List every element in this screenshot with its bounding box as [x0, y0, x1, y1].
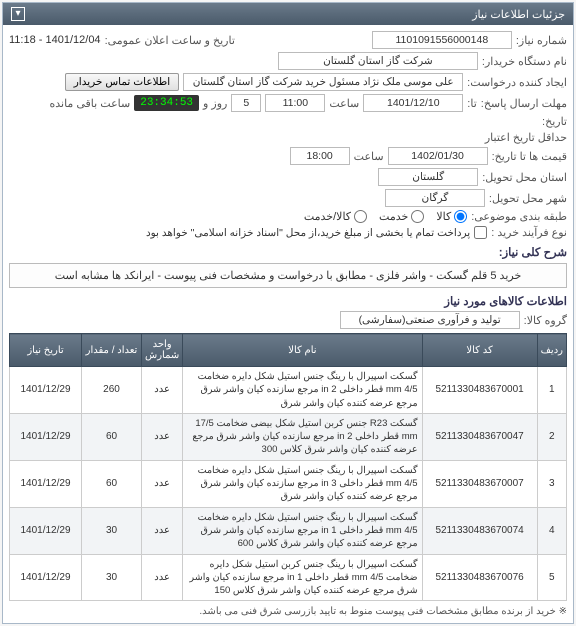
radio-service-input[interactable] [411, 210, 424, 223]
cell-name: گسکت اسپیرال با رینگ جنس استیل شکل دایره… [183, 507, 422, 554]
description-title: شرح کلی نیاز: [9, 245, 567, 259]
cell-unit: عدد [142, 367, 183, 414]
cell-unit: عدد [142, 507, 183, 554]
collapse-icon[interactable]: ▾ [11, 7, 25, 21]
prepay-checkbox[interactable] [474, 226, 487, 239]
cell-unit: عدد [142, 460, 183, 507]
cell-name: گسکت اسپیرال با رینگ جنس استیل شکل دایره… [183, 367, 422, 414]
contact-buyer-button[interactable]: اطلاعات تماس خریدار [65, 73, 179, 91]
radio-goods-label: کالا [436, 210, 451, 223]
city-label: شهر محل تحویل: [489, 192, 567, 205]
need-details-panel: جزئیات اطلاعات نیاز ▾ شماره نیاز: 110109… [2, 2, 574, 624]
table-row: 55211330483670076گسکت اسپیرال با رینگ جن… [10, 554, 567, 601]
footnote: ※ خرید از برنده مطابق مشخصات فنی پیوست م… [9, 606, 567, 617]
cell-qty: 260 [82, 367, 142, 414]
cell-idx: 3 [537, 460, 566, 507]
cell-date: 1401/12/29 [10, 554, 82, 601]
th-qty: تعداد / مقدار [82, 334, 142, 367]
time-label-1: ساعت [329, 97, 359, 110]
radio-both-label: کالا/خدمت [304, 210, 351, 223]
province-value: گلستان [378, 168, 478, 186]
cell-name: گسکت R23 جنس کربن استیل شکل بیضی ضخامت 1… [183, 413, 422, 460]
panel-title: جزئیات اطلاعات نیاز [472, 8, 565, 21]
radio-service-label: خدمت [379, 210, 408, 223]
cell-date: 1401/12/29 [10, 507, 82, 554]
process-label: نوع فرآیند خرید : [491, 226, 567, 239]
table-row: 25211330483670047گسکت R23 جنس کربن استیل… [10, 413, 567, 460]
cell-idx: 5 [537, 554, 566, 601]
goods-group-label: گروه کالا: [524, 314, 567, 327]
cell-date: 1401/12/29 [10, 367, 82, 414]
remain-days: 5 [231, 94, 261, 112]
quote-until-label: قیمت ها تا تاریخ: [492, 150, 567, 163]
time-label-2: ساعت [354, 150, 384, 163]
radio-both[interactable]: کالا/خدمت [304, 210, 367, 223]
table-row: 15211330483670001گسکت اسپیرال با رینگ جن… [10, 367, 567, 414]
cell-idx: 4 [537, 507, 566, 554]
radio-both-input[interactable] [354, 210, 367, 223]
goods-table: ردیف کد کالا نام کالا واحد شمارش تعداد /… [9, 333, 567, 601]
subject-count-label: طبقه بندی موضوعی: [471, 210, 567, 223]
province-label: استان محل تحویل: [482, 171, 567, 184]
th-code: کد کالا [422, 334, 537, 367]
min-valid-label: حداقل تاریخ اعتبار [485, 131, 567, 144]
cell-code: 5211330483670001 [422, 367, 537, 414]
cell-name: گسکت اسپیرال با رینگ جنس استیل شکل دایره… [183, 460, 422, 507]
subject-radio-group: کالا خدمت کالا/خدمت [304, 210, 467, 223]
prepay-checkbox-row[interactable]: پرداخت تمام یا بخشی از مبلغ خرید،از محل … [146, 226, 487, 239]
table-row: 45211330483670074گسکت اسپیرال با رینگ جن… [10, 507, 567, 554]
city-value: گرگان [385, 189, 485, 207]
table-header-row: ردیف کد کالا نام کالا واحد شمارش تعداد /… [10, 334, 567, 367]
days-and-label: روز و [203, 97, 227, 110]
panel-body: شماره نیاز: 1101091556000148 تاریخ و ساع… [3, 25, 573, 623]
description-text: خرید 5 قلم گسکت - واشر فلزی - مطابق با د… [9, 263, 567, 288]
valid-time: 18:00 [290, 147, 350, 165]
cell-code: 5211330483670076 [422, 554, 537, 601]
cell-name: گسکت اسپیرال با رینگ جنس کربن استیل شکل … [183, 554, 422, 601]
need-no-label: شماره نیاز: [516, 34, 567, 47]
buyer-org-value: شرکت گاز استان گلستان [278, 52, 478, 70]
th-unit: واحد شمارش [142, 334, 183, 367]
valid-date: 1402/01/30 [388, 147, 488, 165]
deadline-date: 1401/12/10 [363, 94, 463, 112]
prepay-text: پرداخت تمام یا بخشی از مبلغ خرید،از محل … [146, 227, 470, 239]
deadline-time: 11:00 [265, 94, 325, 112]
need-no-value: 1101091556000148 [372, 31, 512, 49]
radio-goods-input[interactable] [454, 210, 467, 223]
cell-date: 1401/12/29 [10, 460, 82, 507]
cell-code: 5211330483670007 [422, 460, 537, 507]
cell-unit: عدد [142, 413, 183, 460]
until-label: تا: [467, 97, 476, 110]
cell-idx: 1 [537, 367, 566, 414]
announce-label: تاریخ و ساعت اعلان عمومی: [105, 34, 235, 47]
cell-qty: 60 [82, 413, 142, 460]
goods-group-value: تولید و فرآوری صنعتی(سفارشی) [340, 311, 520, 329]
history-label: تاریخ: [542, 115, 567, 128]
goods-section-title: اطلاعات کالاهای مورد نیاز [9, 294, 567, 308]
cell-unit: عدد [142, 554, 183, 601]
th-date: تاریخ نیاز [10, 334, 82, 367]
cell-qty: 60 [82, 460, 142, 507]
remain-suffix: ساعت باقی مانده [49, 97, 130, 110]
requester-label: ایجاد کننده درخواست: [467, 76, 567, 89]
radio-service[interactable]: خدمت [379, 210, 424, 223]
cell-date: 1401/12/29 [10, 413, 82, 460]
cell-qty: 30 [82, 554, 142, 601]
buyer-org-label: نام دستگاه خریدار: [482, 55, 567, 68]
th-name: نام کالا [183, 334, 422, 367]
panel-header: جزئیات اطلاعات نیاز ▾ [3, 3, 573, 25]
cell-idx: 2 [537, 413, 566, 460]
cell-code: 5211330483670074 [422, 507, 537, 554]
cell-qty: 30 [82, 507, 142, 554]
cell-code: 5211330483670047 [422, 413, 537, 460]
announce-value: 1401/12/04 - 11:18 [9, 34, 101, 46]
send-deadline-label: مهلت ارسال پاسخ: [481, 97, 567, 110]
table-row: 35211330483670007گسکت اسپیرال با رینگ جن… [10, 460, 567, 507]
radio-goods[interactable]: کالا [436, 210, 467, 223]
requester-value: علی موسی ملک نژاد مسئول خرید شرکت گاز اس… [183, 73, 463, 91]
th-row: ردیف [537, 334, 566, 367]
countdown-timer: 23:34:53 [134, 95, 199, 111]
